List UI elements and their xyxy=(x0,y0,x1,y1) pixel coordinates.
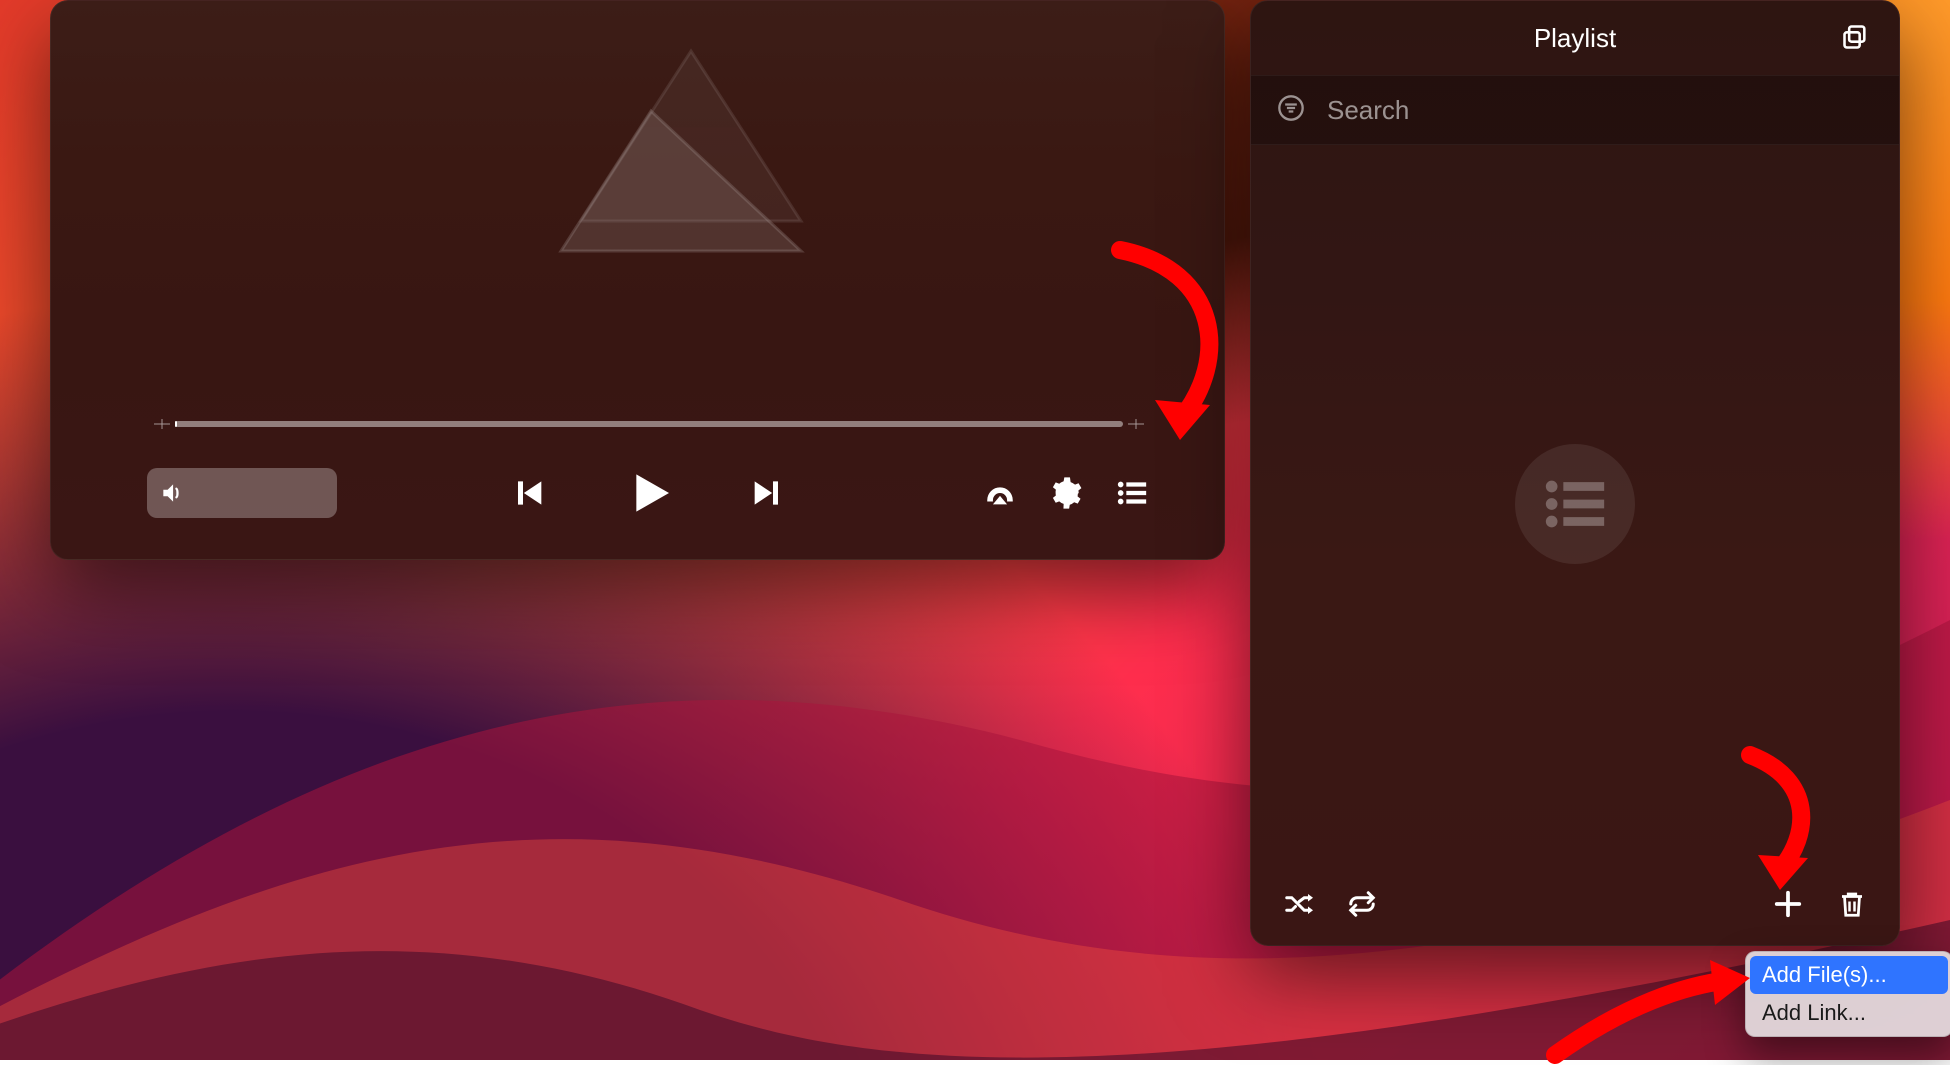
seek-bar-row xyxy=(149,417,1149,431)
seek-bar[interactable] xyxy=(175,421,1123,427)
playlist-header: Playlist xyxy=(1251,1,1899,75)
volume-icon[interactable] xyxy=(147,468,197,518)
volume-slider[interactable] xyxy=(197,468,337,518)
next-button[interactable] xyxy=(748,473,788,513)
empty-list-icon xyxy=(1515,444,1635,564)
playlist-empty-state xyxy=(1251,145,1899,863)
transport-controls xyxy=(508,465,788,521)
airplay-button[interactable] xyxy=(983,476,1017,510)
add-button[interactable] xyxy=(1773,889,1803,919)
seek-end-cap xyxy=(1123,417,1149,431)
search-input[interactable] xyxy=(1325,94,1873,127)
playlist-panel: Playlist xyxy=(1250,0,1900,946)
media-player-window xyxy=(50,0,1225,560)
player-controls xyxy=(147,459,1149,527)
shuffle-button[interactable] xyxy=(1283,889,1313,919)
repeat-button[interactable] xyxy=(1347,889,1377,919)
app-logo xyxy=(541,11,861,291)
play-button[interactable] xyxy=(620,465,676,521)
volume-control[interactable] xyxy=(147,468,337,518)
playlist-search-bar xyxy=(1251,75,1899,145)
playlist-footer xyxy=(1251,863,1899,945)
settings-button[interactable] xyxy=(1049,476,1083,510)
playlist-toggle-button[interactable] xyxy=(1115,476,1149,510)
menu-item-add-link[interactable]: Add Link... xyxy=(1750,994,1948,1032)
player-right-controls xyxy=(983,476,1149,510)
playlist-title: Playlist xyxy=(1534,23,1616,54)
detach-panel-button[interactable] xyxy=(1841,23,1869,56)
delete-button[interactable] xyxy=(1837,889,1867,919)
previous-button[interactable] xyxy=(508,473,548,513)
seek-start-cap xyxy=(149,417,175,431)
menu-item-add-file[interactable]: Add File(s)... xyxy=(1750,956,1948,994)
add-context-menu: Add File(s)... Add Link... xyxy=(1745,951,1950,1037)
filter-icon xyxy=(1277,94,1305,127)
